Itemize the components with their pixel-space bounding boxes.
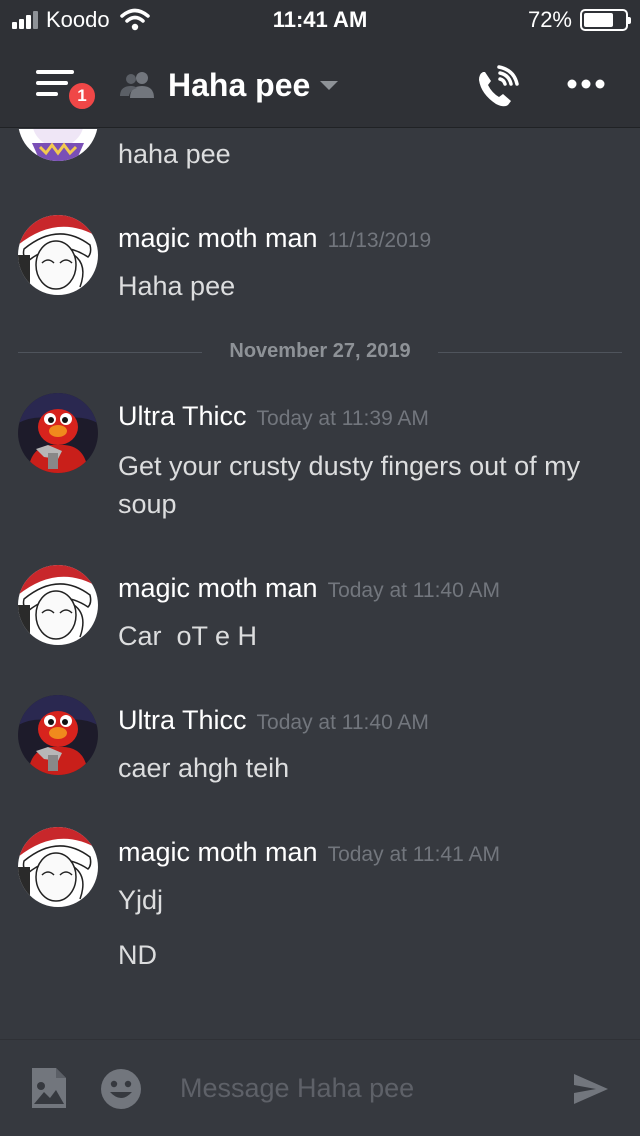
group-icon [120,72,154,98]
user-avatar[interactable] [18,129,98,161]
battery-percent: 72% [527,7,572,32]
status-right: 72% [527,7,631,33]
status-bar: Koodo 11:41 AM 72% [0,0,640,40]
user-avatar[interactable] [18,393,98,473]
message-timestamp: Today at 11:40 AM [256,711,429,734]
channel-header: 1 Haha pee [0,40,640,128]
message-text: Get your crusty dusty fingers out of my … [118,451,581,519]
image-icon[interactable] [30,1066,68,1110]
battery-level [584,13,613,27]
chevron-down-icon[interactable] [318,78,340,92]
emoji-icon[interactable] [100,1068,142,1110]
message-header: magic moth man Today at 11:40 AM [118,573,500,604]
message-input[interactable] [170,1066,570,1110]
unread-badge: 1 [66,80,98,112]
message-composer [0,1039,640,1136]
send-icon[interactable] [572,1072,610,1106]
message-text: haha pee [118,139,231,169]
date-divider: November 27, 2019 [18,340,622,362]
user-avatar[interactable] [18,565,98,645]
message-header: magic moth man Today at 11:41 AM [118,837,500,868]
user-avatar[interactable] [18,215,98,295]
battery-icon [580,9,631,31]
message-text: Haha pee [118,271,236,301]
user-avatar[interactable] [18,695,98,775]
username[interactable]: Ultra Thicc [118,705,247,736]
message-text: Yjdj [118,885,164,915]
message-timestamp: Today at 11:40 AM [327,579,500,602]
user-avatar[interactable] [18,827,98,907]
date-divider-label: November 27, 2019 [229,340,411,362]
message-timestamp: 11/13/2019 [327,229,432,252]
message-timestamp: Today at 11:41 AM [327,843,500,866]
message-timestamp: Today at 11:39 AM [256,407,429,430]
message-header: Ultra Thicc Today at 11:40 AM [118,705,429,736]
message-header: Ultra Thicc Today at 11:39 AM [118,401,429,432]
username[interactable]: magic moth man [118,223,318,254]
top-bar: Koodo 11:41 AM 72% 1 Haha pee [0,0,640,128]
channel-title[interactable]: Haha pee [168,67,310,104]
username[interactable]: magic moth man [118,837,318,868]
message-text: ND [118,940,157,970]
username[interactable]: magic moth man [118,573,318,604]
username[interactable]: Ultra Thicc [118,401,247,432]
message-text: Car oT e H [118,621,258,651]
call-icon[interactable] [474,64,520,110]
message-list[interactable]: haha pee magic moth man 11/13/2019 Haha … [0,129,640,1039]
message-text: caer ahgh teih [118,753,290,783]
message-header: magic moth man 11/13/2019 [118,223,431,254]
more-icon[interactable] [566,78,606,90]
